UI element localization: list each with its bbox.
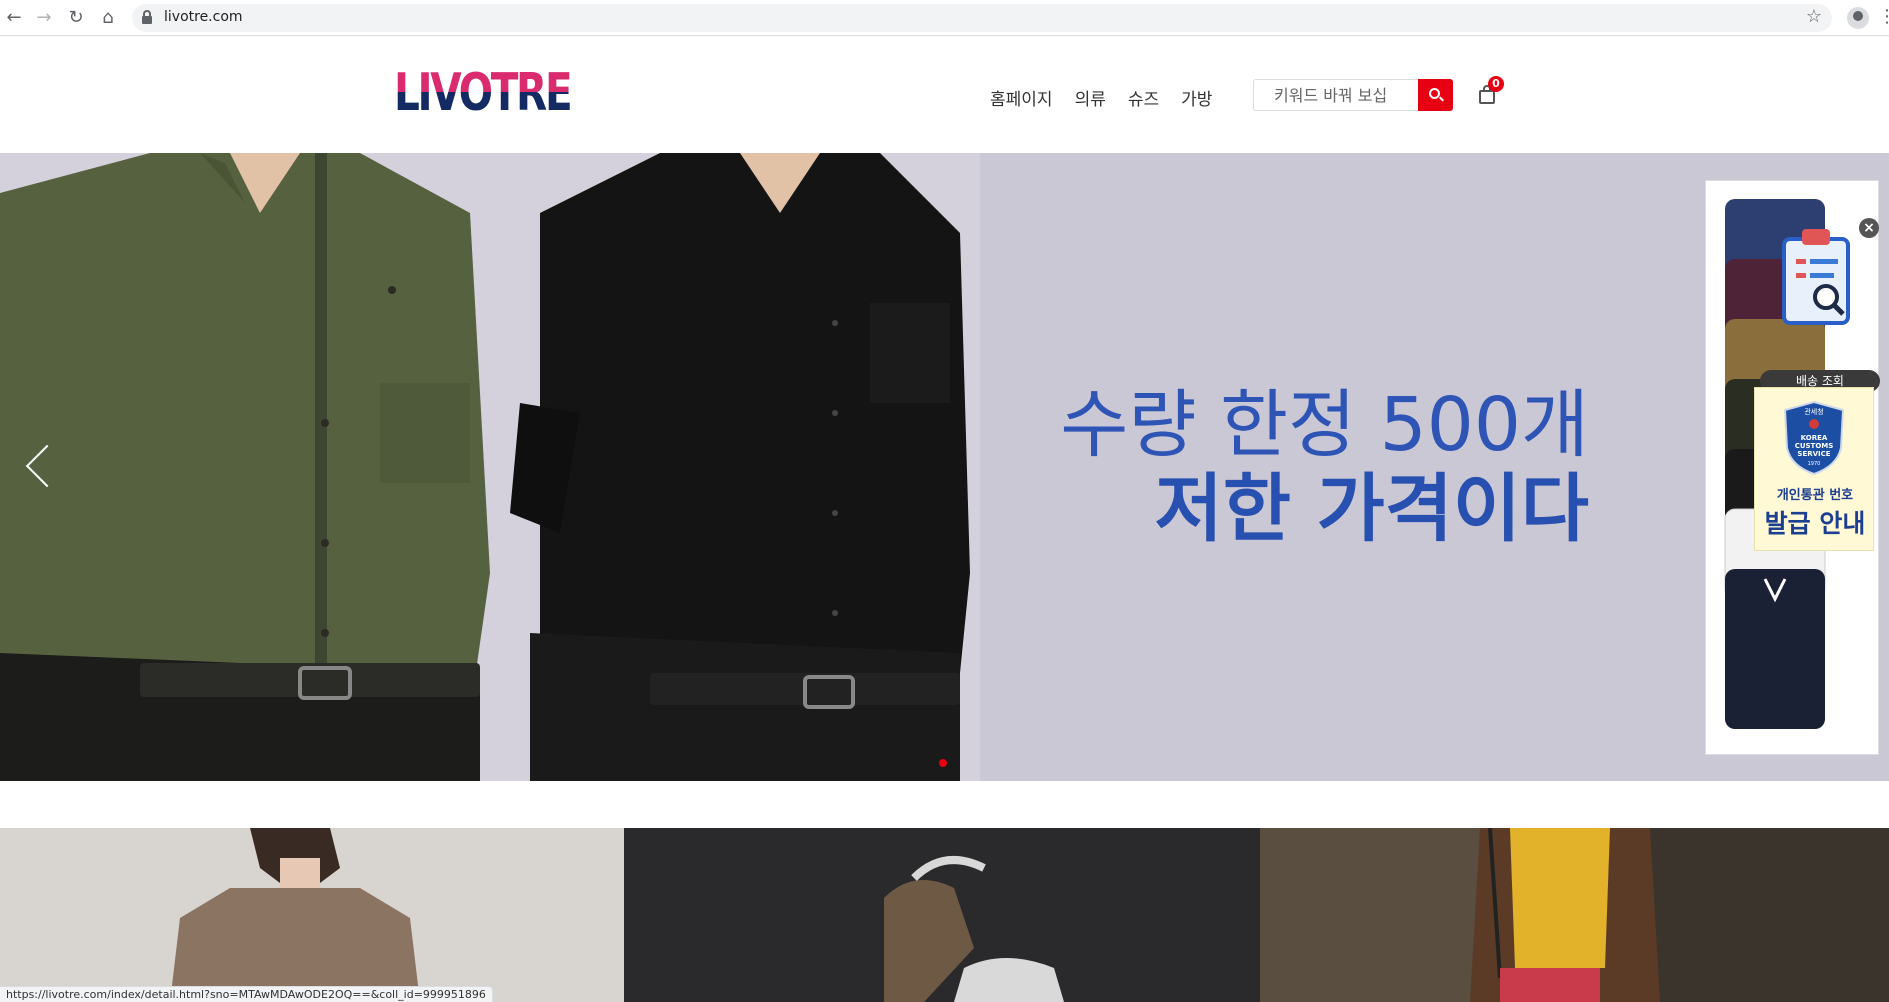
category-tiles (0, 828, 1889, 1002)
customs-banner-small-text: 개인통관 번호 (1776, 488, 1854, 503)
home-icon[interactable]: ⌂ (96, 6, 120, 30)
customs-id-banner[interactable]: 관세청 KOREA CUSTOMS SERVICE 1970 개인통관 번호 발… (1754, 387, 1874, 551)
customs-banner-large-text: 발급 안내 (1764, 509, 1866, 538)
slider-dot-active[interactable] (939, 759, 947, 767)
browser-toolbar: ← → ↻ ⌂ livotre.com ☆ ⋮ (0, 0, 1889, 36)
customs-badge-service: SERVICE (1797, 450, 1830, 458)
category-tile-clothing[interactable] (0, 828, 624, 1002)
lock-icon[interactable] (142, 10, 152, 24)
hero-image-green-shirt (0, 153, 500, 781)
hero-image-black-shirt (500, 153, 980, 781)
hero-prev-arrow-icon[interactable] (24, 443, 54, 493)
cart-button[interactable]: 0 (1477, 76, 1504, 106)
site-logo[interactable]: LIVOTRE (394, 67, 573, 119)
reload-icon[interactable]: ↻ (64, 6, 88, 30)
customs-badge-org: 관세청 (1804, 407, 1823, 416)
hero-promo-line2: 저한 가격이다 (1154, 466, 1589, 552)
customs-badge-korea: KOREA (1801, 434, 1828, 442)
nav-item-shoes[interactable]: 슈즈 (1128, 85, 1159, 110)
delivery-tracking-clipboard-icon[interactable] (1776, 225, 1856, 330)
category-tile-bags[interactable] (1260, 828, 1889, 1002)
category-tile-bags-image (1260, 828, 1889, 1002)
browser-menu-icon[interactable]: ⋮ (1878, 6, 1889, 27)
hero-promo-line1: 수량 한정 500개 (1060, 382, 1589, 468)
category-tile-shoes-image (624, 828, 1260, 1002)
side-widget-close-icon[interactable]: × (1859, 218, 1879, 238)
nav-item-bags[interactable]: 가방 (1181, 85, 1212, 110)
forward-icon[interactable]: → (32, 6, 56, 30)
search-box (1253, 79, 1453, 111)
nav-item-home[interactable]: 홈페이지 (990, 85, 1053, 110)
main-nav: 홈페이지 의류 슈즈 가방 (990, 85, 1212, 110)
back-icon[interactable]: ← (2, 6, 26, 30)
address-bar[interactable]: livotre.com ☆ (132, 4, 1832, 32)
hero-banner[interactable]: 수량 한정 500개 저한 가격이다 (0, 153, 1889, 781)
category-tile-clothing-image (0, 828, 624, 1002)
cart-count-badge: 0 (1488, 76, 1504, 92)
nav-item-clothing[interactable]: 의류 (1075, 85, 1106, 110)
customs-badge-customs: CUSTOMS (1795, 442, 1834, 450)
address-url[interactable]: livotre.com (164, 9, 243, 25)
search-input[interactable] (1254, 80, 1418, 110)
side-floating-widget: × 배송 조회 관세청 KOREA CUSTOMS SERVICE 1970 개… (1705, 180, 1880, 755)
customs-badge-year: 1970 (1808, 461, 1821, 467)
korea-customs-shield-icon: 관세청 KOREA CUSTOMS SERVICE 1970 (1783, 400, 1845, 476)
category-tile-shoes[interactable] (624, 828, 1260, 1002)
status-bar-link: https://livotre.com/index/detail.html?sn… (0, 986, 493, 1002)
search-button[interactable] (1418, 79, 1453, 111)
hero-promo-text: 수량 한정 500개 저한 가격이다 (1060, 383, 1589, 551)
site-header: LIVOTRE 홈페이지 의류 슈즈 가방 0 (0, 37, 1889, 153)
profile-avatar-icon[interactable] (1847, 7, 1869, 29)
bookmark-star-icon[interactable]: ☆ (1806, 6, 1822, 27)
